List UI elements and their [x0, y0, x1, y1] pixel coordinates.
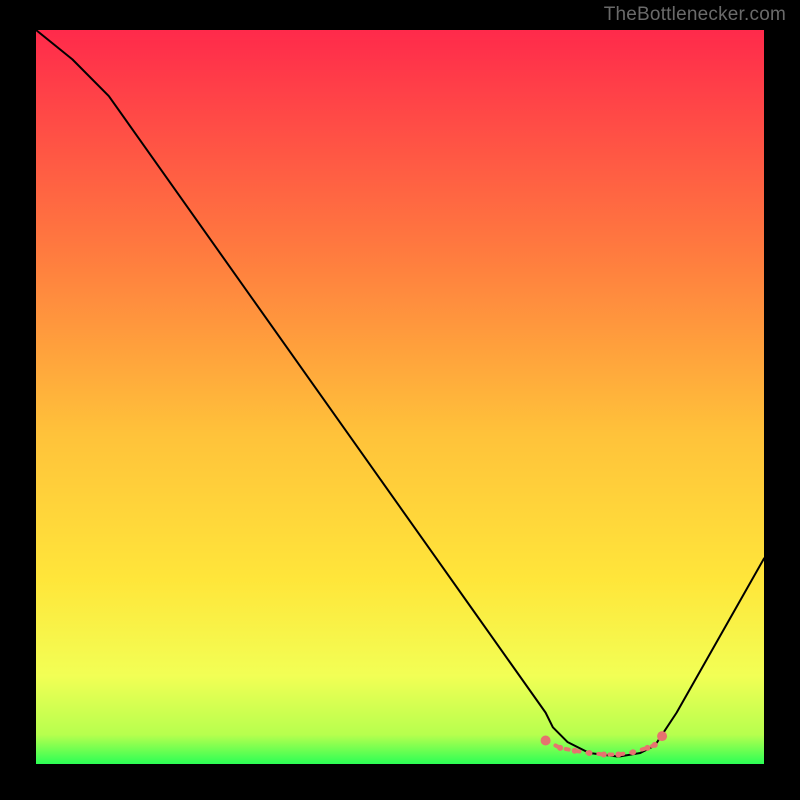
frame-left	[0, 0, 36, 800]
chart-svg	[36, 30, 764, 764]
optimal-marker	[645, 745, 651, 751]
optimal-marker	[601, 751, 607, 757]
optimal-marker	[630, 749, 636, 755]
optimal-marker	[615, 751, 621, 757]
optimal-marker	[557, 745, 563, 751]
optimal-marker	[572, 748, 578, 754]
optimal-marker	[586, 750, 592, 756]
frame-right	[764, 0, 800, 800]
watermark-text: TheBottlenecker.com	[604, 4, 786, 26]
gradient-background	[36, 30, 764, 764]
optimal-marker	[541, 736, 551, 746]
optimal-marker	[652, 742, 658, 748]
plot-area	[36, 30, 764, 764]
frame-bottom	[0, 764, 800, 800]
optimal-marker	[657, 731, 667, 741]
